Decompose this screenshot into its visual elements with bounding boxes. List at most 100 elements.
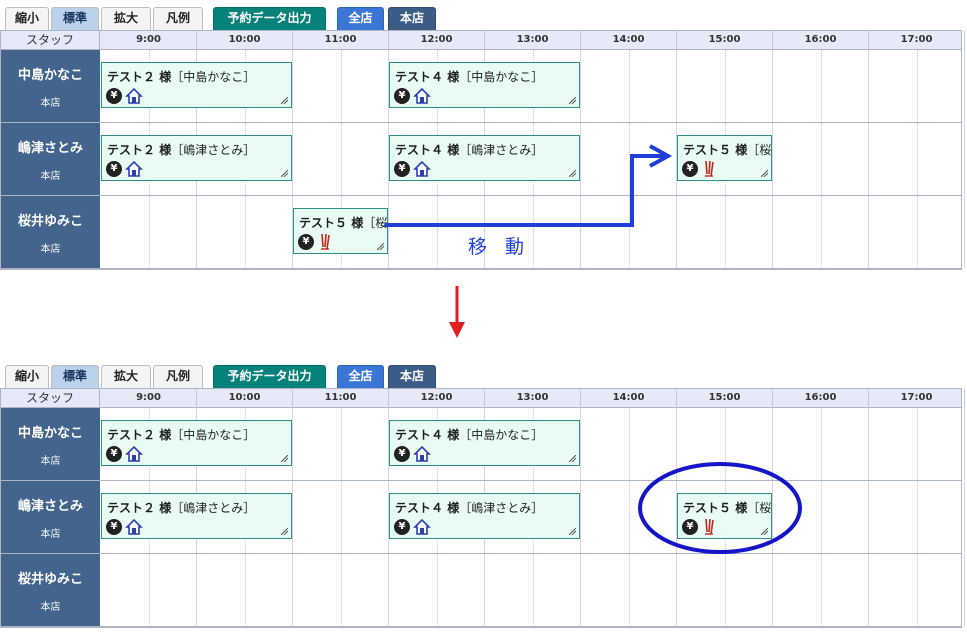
staff-cell: 中島かなこ 本店 — [1, 50, 100, 122]
home-icon — [413, 445, 431, 462]
schedule-before: 縮小 標準 拡大 凡例 予約データ出力 全店 本店 スタッフ 9:00 10:00 11:00 12:… — [0, 0, 967, 270]
hour-line — [964, 408, 965, 480]
toolbar-button-4[interactable]: 予約データ出力 — [213, 365, 326, 388]
customer-name: テスト４ — [395, 501, 444, 515]
hour-line — [964, 196, 965, 268]
view-toolbar: 縮小 標準 拡大 凡例 予約データ出力 全店 本店 — [0, 362, 967, 388]
staff-cell: 中島かなこ 本店 — [1, 408, 100, 480]
half-hour-line — [917, 123, 918, 195]
hour-line — [964, 50, 965, 122]
home-icon — [125, 87, 143, 104]
staff-tag: ［中島かなこ］ — [171, 428, 256, 442]
appointment-block[interactable]: テスト４ 様［中島かなこ］ ¥ — [389, 420, 580, 466]
time-header-1400: 14:00 — [581, 31, 677, 50]
customer-name: テスト５ — [683, 501, 732, 515]
time-header-1100: 11:00 — [293, 31, 389, 50]
half-hour-line — [245, 196, 246, 268]
hour-line — [868, 50, 869, 122]
schedule-grid: スタッフ 9:00 10:00 11:00 12:00 13:00 14:00 15:00 16… — [0, 388, 965, 628]
resize-handle-icon[interactable] — [569, 97, 576, 104]
staff-tag: ［嶋津さとみ］ — [459, 501, 544, 515]
appointment-block[interactable]: テスト２ 様［嶋津さとみ］ ¥ — [101, 135, 292, 181]
hour-line — [292, 408, 293, 480]
hour-line — [772, 481, 773, 553]
move-label: 移動 — [468, 236, 543, 258]
toolbar-button-5[interactable]: 全店 — [337, 7, 384, 30]
appointment-block[interactable]: テスト４ 様［嶋津さとみ］ ¥ — [389, 135, 580, 181]
appointment-block[interactable]: テスト２ 様［中島かなこ］ ¥ — [101, 420, 292, 466]
home-icon — [413, 518, 431, 535]
resize-handle-icon[interactable] — [761, 528, 768, 535]
toolbar-button-6[interactable]: 本店 — [388, 7, 436, 30]
toolbar-button-3[interactable]: 凡例 — [153, 7, 203, 30]
half-hour-line — [437, 554, 438, 626]
half-hour-line — [341, 408, 342, 480]
hour-line — [196, 196, 197, 268]
toolbar-button-0[interactable]: 縮小 — [5, 365, 49, 388]
appointment-title: テスト２ 様［嶋津さとみ］ — [107, 499, 255, 516]
hour-line — [292, 50, 293, 122]
staff-tag: ［嶋津さとみ］ — [459, 143, 544, 157]
appointment-title: テスト２ 様［中島かなこ］ — [107, 426, 255, 443]
toolbar-button-0[interactable]: 縮小 — [5, 7, 49, 30]
time-header-1600: 16:00 — [773, 31, 869, 50]
resize-handle-icon[interactable] — [761, 170, 768, 177]
customer-name: テスト４ — [395, 143, 444, 157]
toolbar-button-1[interactable]: 標準 — [51, 365, 99, 388]
appointment-block[interactable]: テスト２ 様［嶋津さとみ］ ¥ — [101, 493, 292, 539]
yen-icon: ¥ — [394, 161, 410, 177]
home-icon — [125, 445, 143, 462]
resize-handle-icon[interactable] — [569, 455, 576, 462]
staff-row: 桜井ゆみこ 本店 — [1, 554, 965, 627]
appointment-title: テスト４ 様［中島かなこ］ — [395, 426, 543, 443]
appointment-title: テスト５ 様［桜 — [683, 141, 771, 158]
staff-cell: 桜井ゆみこ 本店 — [1, 554, 100, 626]
appointment-block[interactable]: テスト４ 様［嶋津さとみ］ ¥ — [389, 493, 580, 539]
time-header-1400: 14:00 — [581, 389, 677, 408]
appointment-block[interactable]: テスト５ 様［桜 ¥ — [677, 135, 772, 181]
hour-line — [580, 554, 581, 626]
yen-icon: ¥ — [106, 161, 122, 177]
resize-handle-icon[interactable] — [281, 528, 288, 535]
staff-name: 中島かなこ — [17, 68, 83, 83]
resize-handle-icon[interactable] — [281, 170, 288, 177]
scissors-icon — [705, 518, 714, 535]
half-hour-line — [725, 196, 726, 268]
hour-line — [196, 554, 197, 626]
toolbar-button-3[interactable]: 凡例 — [153, 365, 203, 388]
resize-handle-icon[interactable] — [569, 170, 576, 177]
resize-handle-icon[interactable] — [569, 528, 576, 535]
customer-name: テスト２ — [107, 428, 156, 442]
hour-line — [676, 50, 677, 122]
hour-line — [580, 123, 581, 195]
appointment-title: テスト４ 様［中島かなこ］ — [395, 68, 543, 85]
home-icon — [125, 518, 143, 535]
toolbar-button-4[interactable]: 予約データ出力 — [213, 7, 326, 30]
appointment-block[interactable]: テスト４ 様［中島かなこ］ ¥ — [389, 62, 580, 108]
staff-tag: ［桜 — [747, 143, 772, 157]
toolbar-button-1[interactable]: 標準 — [51, 7, 99, 30]
staff-column-header: スタッフ — [1, 31, 100, 50]
appointment-block[interactable]: テスト２ 様［中島かなこ］ ¥ — [101, 62, 292, 108]
resize-handle-icon[interactable] — [281, 97, 288, 104]
hour-line — [388, 554, 389, 626]
half-hour-line — [149, 554, 150, 626]
customer-name: テスト４ — [395, 70, 444, 84]
yen-icon: ¥ — [394, 519, 410, 535]
yen-icon: ¥ — [394, 88, 410, 104]
toolbar-button-6[interactable]: 本店 — [388, 365, 436, 388]
appointment-block[interactable]: テスト５ 様［桜 ¥ — [293, 208, 388, 254]
resize-handle-icon[interactable] — [281, 455, 288, 462]
toolbar-button-2[interactable]: 拡大 — [101, 365, 151, 388]
appointment-block[interactable]: テスト５ 様［桜 ¥ — [677, 493, 772, 539]
toolbar-button-5[interactable]: 全店 — [337, 365, 384, 388]
staff-name: 嶋津さとみ — [17, 499, 83, 514]
hour-line — [868, 481, 869, 553]
staff-shop: 本店 — [40, 602, 61, 613]
yen-icon: ¥ — [682, 519, 698, 535]
toolbar-button-2[interactable]: 拡大 — [101, 7, 151, 30]
staff-shop: 本店 — [40, 529, 61, 540]
time-header-1500: 15:00 — [677, 31, 773, 50]
resize-handle-icon[interactable] — [377, 243, 384, 250]
half-hour-line — [821, 481, 822, 553]
